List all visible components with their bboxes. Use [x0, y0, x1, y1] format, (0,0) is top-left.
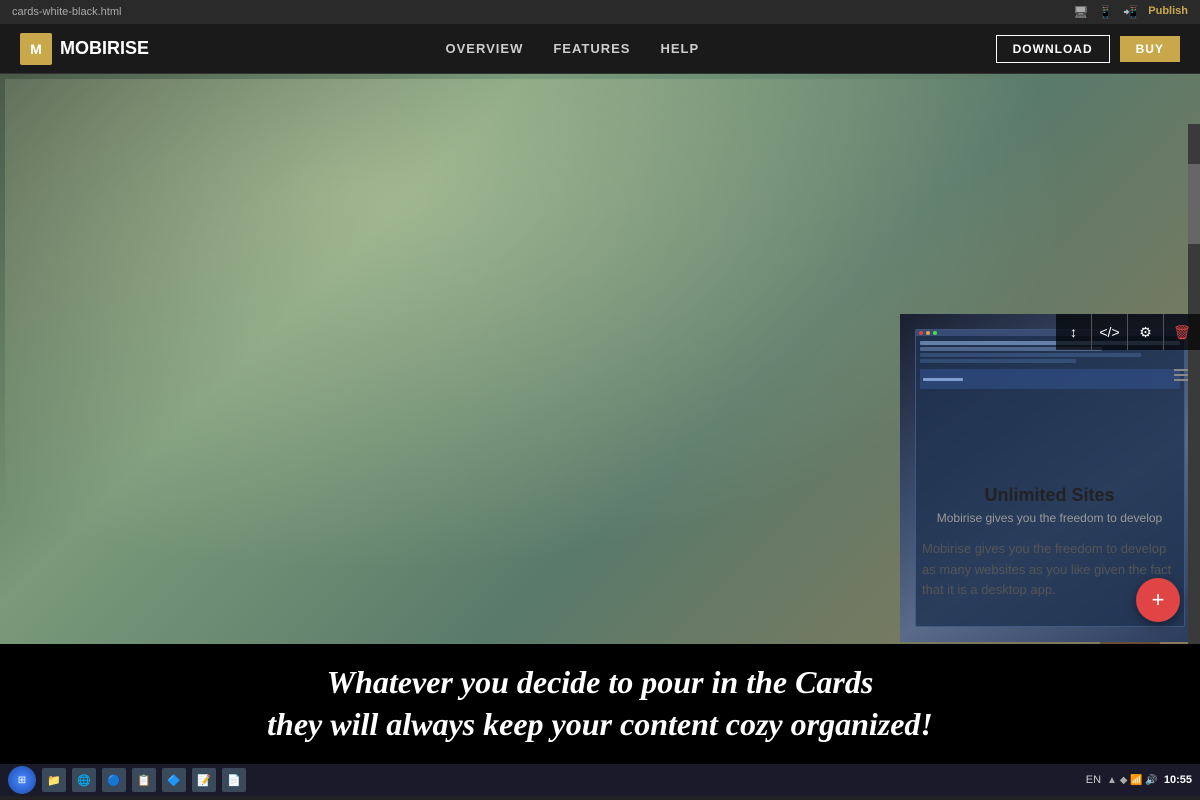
taskbar-time: 10:55 — [1164, 774, 1192, 786]
caption-bar: Whatever you decide to pour in the Cards… — [0, 644, 1200, 764]
taskbar-icon-folder[interactable]: 📁 — [42, 768, 66, 792]
fab-add-button[interactable]: + — [1136, 578, 1180, 622]
scrollbar-thumb[interactable] — [1188, 164, 1200, 244]
language-indicator: EN — [1086, 774, 1101, 786]
taskbar-right: EN ▲ ◆ 📶 🔊 10:55 — [1086, 774, 1192, 786]
toolbar-arrows-btn[interactable]: ↕ — [1056, 314, 1092, 350]
monitor-icon[interactable]: 🖥 — [1073, 5, 1088, 19]
person-photo — [600, 315, 899, 465]
caption-line1: Whatever you decide to pour in the Cards — [327, 664, 874, 700]
taskbar-icon-browser1[interactable]: 🌐 — [72, 768, 96, 792]
mobile-icon[interactable]: 📲 — [1123, 5, 1138, 19]
scroll-lines — [1174, 369, 1188, 381]
toolbar-settings-btn[interactable]: ⚙ — [1128, 314, 1164, 350]
toolbar-code-btn[interactable]: </> — [1092, 314, 1128, 350]
top-navigation: M MOBIRISE OVERVIEW FEATURES HELP DOWNLO… — [0, 24, 1200, 74]
buy-button[interactable]: BUY — [1120, 36, 1180, 62]
taskbar-icon-app4[interactable]: 📄 — [222, 768, 246, 792]
nav-right: DOWNLOAD BUY — [996, 35, 1180, 63]
nav-logo: M MOBIRISE — [20, 33, 149, 65]
card-subtitle-unlimited: Mobirise gives you the freedom to develo… — [922, 510, 1177, 527]
download-button[interactable]: DOWNLOAD — [996, 35, 1110, 63]
card-toolbar: ↕ </> ⚙ 🗑 — [1056, 314, 1200, 350]
nav-features[interactable]: FEATURES — [553, 41, 630, 56]
publish-btn[interactable]: Publish — [1148, 5, 1188, 19]
nav-help[interactable]: HELP — [660, 41, 699, 56]
content-area: Bootstrap 4 has been noted as one of the… — [0, 74, 1200, 644]
taskbar-icon-app3[interactable]: 📝 — [192, 768, 216, 792]
tablet-icon[interactable]: 📱 — [1098, 5, 1113, 19]
logo-icon: M — [20, 33, 52, 65]
logo-text: MOBIRISE — [60, 38, 149, 59]
file-bar: cards-white-black.html 🖥 📱 📲 Publish — [0, 0, 1200, 24]
nav-overview[interactable]: OVERVIEW — [446, 41, 524, 56]
taskbar-icon-app1[interactable]: 📋 — [132, 768, 156, 792]
file-title: cards-white-black.html — [12, 6, 121, 18]
scrollbar[interactable] — [1188, 124, 1200, 644]
bottom-card-unlimited-wrapper: ↕ </> ⚙ 🗑 Unlimited Sites Mobirise gives… — [900, 314, 1200, 642]
file-bar-icons: 🖥 📱 📲 Publish — [1073, 5, 1188, 19]
taskbar-separator: ▲ ◆ 📶 🔊 — [1107, 775, 1158, 786]
nav-center: OVERVIEW FEATURES HELP — [446, 41, 700, 56]
taskbar-icon-browser2[interactable]: 🔵 — [102, 768, 126, 792]
caption-text: Whatever you decide to pour in the Cards… — [267, 662, 933, 745]
card-image-webfonts — [600, 315, 899, 465]
taskbar: ⊞ 📁 🌐 🔵 📋 🔷 📝 📄 EN ▲ ◆ 📶 🔊 10:55 — [0, 764, 1200, 796]
caption-line2: they will always keep your content cozy … — [267, 706, 933, 742]
bottom-card-webfonts: Web Fonts Google has a highly exhaustive… — [600, 314, 900, 642]
toolbar-delete-btn[interactable]: 🗑 — [1164, 314, 1200, 350]
card-title-unlimited: Unlimited Sites — [922, 485, 1177, 506]
taskbar-icon-app2[interactable]: 🔷 — [162, 768, 186, 792]
bottom-cards-grid: Bootstrap 4 Bootstrap 4 has been noted B… — [0, 314, 1200, 642]
start-button[interactable]: ⊞ — [8, 766, 36, 794]
